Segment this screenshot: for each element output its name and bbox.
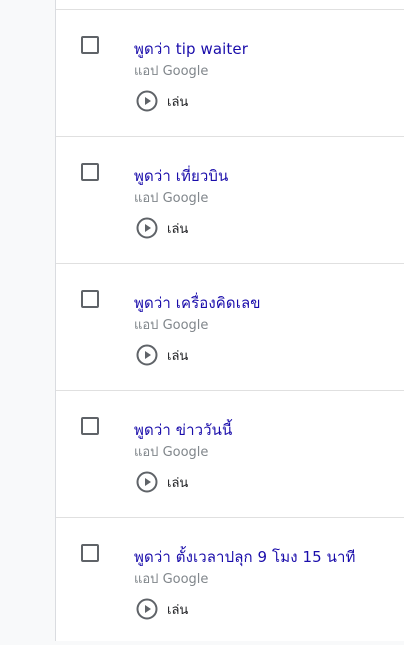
play-circle-icon — [136, 344, 158, 366]
activity-item: พูดว่า เที่ยวบิน แอป Google เล่น — [56, 137, 404, 264]
play-button[interactable]: เล่น — [136, 217, 188, 239]
activity-list: พูดว่า tip waiter แอป Google เล่น พูดว่า… — [55, 0, 404, 641]
play-label: เล่น — [167, 475, 189, 491]
activity-source: แอป Google — [134, 572, 209, 587]
activity-item: พูดว่า ตั้งเวลาปลุก 9 โมง 15 นาที แอป Go… — [56, 518, 404, 645]
activity-title-link[interactable]: พูดว่า เครื่องคิดเลข — [134, 291, 261, 315]
activity-title-link[interactable]: พูดว่า เที่ยวบิน — [134, 164, 228, 188]
play-label: เล่น — [167, 348, 189, 364]
activity-title-link[interactable]: พูดว่า tip waiter — [134, 37, 248, 61]
play-button[interactable]: เล่น — [136, 344, 188, 366]
activity-item: พูดว่า ข่าววันนี้ แอป Google เล่น — [56, 391, 404, 518]
activity-source: แอป Google — [134, 318, 209, 333]
activity-title-link[interactable]: พูดว่า ตั้งเวลาปลุก 9 โมง 15 นาที — [134, 545, 356, 569]
play-button[interactable]: เล่น — [136, 90, 188, 112]
play-label: เล่น — [167, 221, 189, 237]
play-button[interactable]: เล่น — [136, 598, 188, 620]
play-circle-icon — [136, 217, 158, 239]
activity-item: พูดว่า tip waiter แอป Google เล่น — [56, 10, 404, 137]
item-checkbox[interactable] — [81, 163, 99, 181]
item-checkbox[interactable] — [81, 417, 99, 435]
item-checkbox[interactable] — [81, 544, 99, 562]
left-sidebar — [0, 0, 55, 641]
activity-source: แอป Google — [134, 445, 209, 460]
activity-title-link[interactable]: พูดว่า ข่าววันนี้ — [134, 418, 232, 442]
play-button[interactable]: เล่น — [136, 471, 188, 493]
play-label: เล่น — [167, 602, 189, 618]
item-checkbox[interactable] — [81, 36, 99, 54]
item-checkbox[interactable] — [81, 290, 99, 308]
play-circle-icon — [136, 90, 158, 112]
play-circle-icon — [136, 471, 158, 493]
play-label: เล่น — [167, 94, 189, 110]
activity-source: แอป Google — [134, 64, 209, 79]
activity-source: แอป Google — [134, 191, 209, 206]
activity-item: พูดว่า เครื่องคิดเลข แอป Google เล่น — [56, 264, 404, 391]
play-circle-icon — [136, 598, 158, 620]
